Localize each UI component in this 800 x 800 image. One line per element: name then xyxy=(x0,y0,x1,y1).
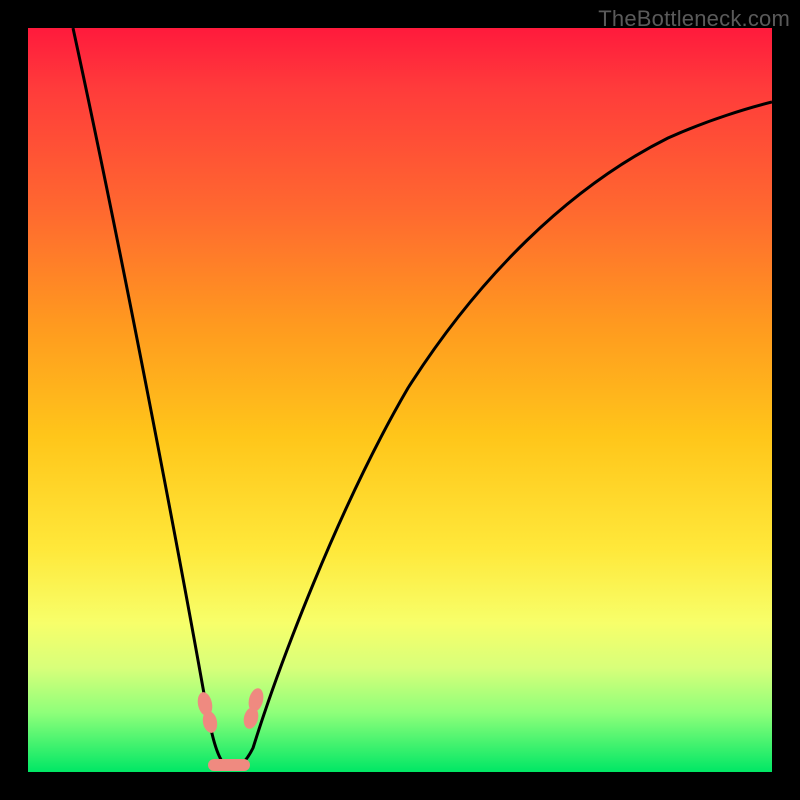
chart-plot-area xyxy=(28,28,772,772)
watermark-text: TheBottleneck.com xyxy=(598,6,790,32)
curve-path xyxy=(73,28,772,768)
bottleneck-curve xyxy=(28,28,772,772)
